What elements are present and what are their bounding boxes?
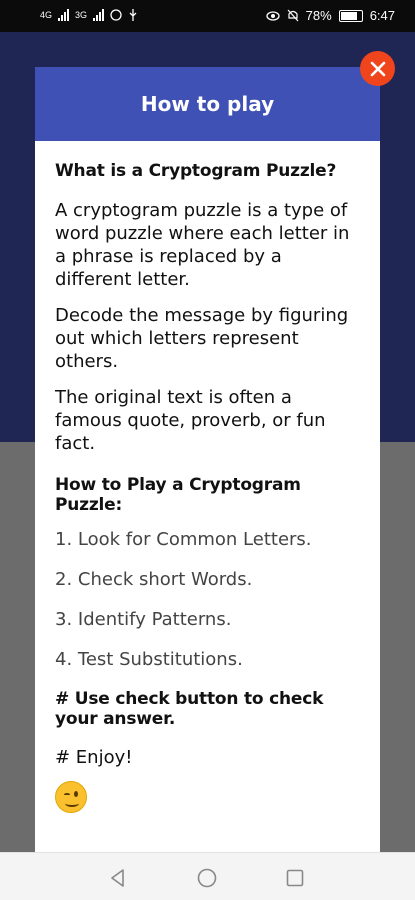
- paragraph-decode: Decode the message by figuring out which…: [55, 305, 349, 372]
- enjoy-text: # Enjoy!: [55, 747, 133, 768]
- step-item: 3. Identify Patterns.: [55, 609, 232, 630]
- eye-icon: [266, 10, 280, 21]
- step-item: 4. Test Substitutions.: [55, 649, 243, 670]
- whatsapp-icon: [110, 9, 122, 21]
- mute-bell-icon: [287, 9, 299, 22]
- battery-percent: 78%: [305, 8, 332, 23]
- paragraph-original-text: The original text is often a famous quot…: [55, 387, 326, 454]
- check-button-note: # Use check button to check your answer.: [55, 689, 324, 729]
- dialog-body[interactable]: What is a Cryptogram Puzzle? A cryptogra…: [35, 141, 380, 813]
- how-to-play-dialog: How to play What is a Cryptogram Puzzle?…: [35, 67, 380, 852]
- status-bar: 4G 3G 78% 6:47: [0, 0, 415, 32]
- system-navigation-bar: [0, 852, 415, 900]
- signal-icon-2: [93, 9, 105, 21]
- recents-square-icon[interactable]: [284, 867, 306, 889]
- dialog-title: How to play: [140, 92, 275, 116]
- status-right: 78% 6:47: [266, 8, 395, 23]
- home-circle-icon[interactable]: [196, 867, 218, 889]
- clock: 6:47: [369, 8, 395, 23]
- back-triangle-icon[interactable]: [107, 867, 129, 889]
- heading-what-is: What is a Cryptogram Puzzle?: [55, 161, 337, 181]
- close-icon: [370, 61, 385, 76]
- heading-how-to-play: How to Play a Cryptogram Puzzle:: [55, 475, 301, 515]
- winking-face-icon: [55, 781, 87, 813]
- dialog-header: How to play: [35, 67, 380, 141]
- step-item: 1. Look for Common Letters.: [55, 529, 312, 550]
- battery-icon: [338, 9, 363, 22]
- status-left: 4G 3G: [40, 9, 138, 21]
- close-button[interactable]: [360, 51, 395, 86]
- network-3g-label: 3G: [75, 10, 88, 20]
- signal-icon: [58, 9, 70, 21]
- usb-icon: [129, 9, 137, 21]
- network-4g-label: 4G: [40, 10, 53, 20]
- step-item: 2. Check short Words.: [55, 569, 253, 590]
- paragraph-definition: A cryptogram puzzle is a type of word pu…: [55, 200, 350, 290]
